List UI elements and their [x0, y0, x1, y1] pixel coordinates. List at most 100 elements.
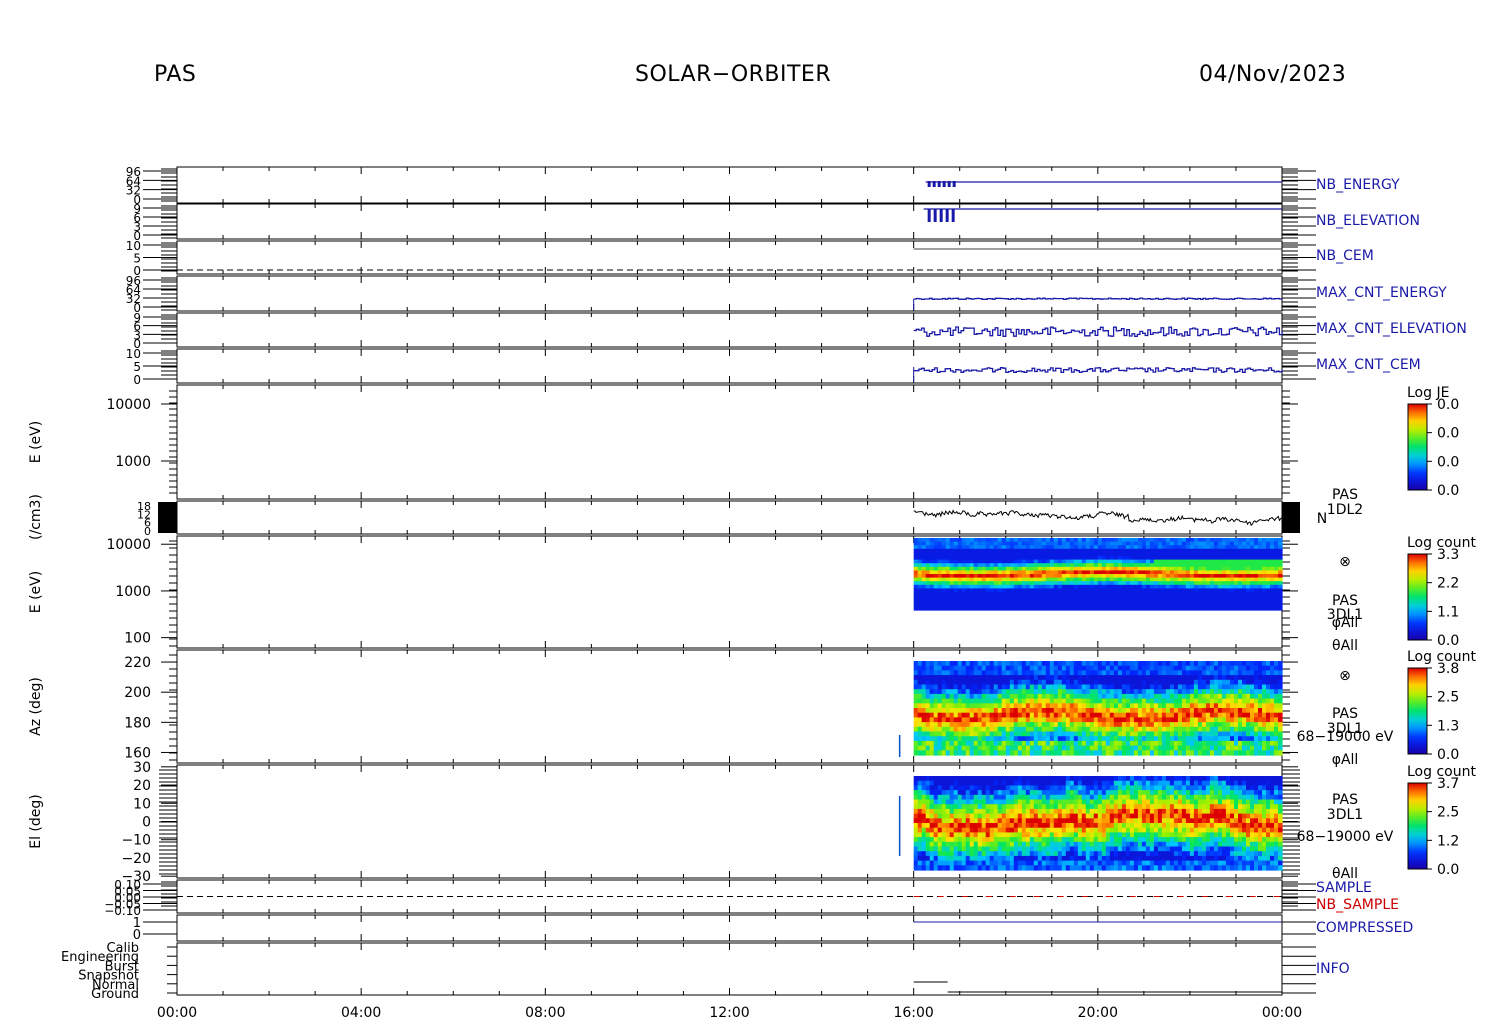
- spectrogram-cell: [949, 574, 955, 579]
- spectrogram-cell: [917, 808, 923, 815]
- spectrogram-cell: [1262, 717, 1267, 723]
- spectrogram-cell: [965, 548, 971, 553]
- spectrogram-cell: [965, 722, 971, 728]
- spectrogram-cell: [1069, 684, 1075, 690]
- spectrogram-cell: [1001, 703, 1007, 709]
- spectrogram-cell: [1069, 538, 1075, 543]
- spectrogram-cell: [993, 570, 999, 575]
- spectrogram-cell: [961, 851, 967, 857]
- spectrogram-cell: [997, 563, 1003, 568]
- spectrogram-cell: [1133, 552, 1139, 557]
- spectrogram-cell: [1101, 689, 1107, 695]
- spectrogram-cell: [1246, 592, 1251, 597]
- spectrogram-cell: [1025, 675, 1031, 681]
- spectrogram-cell: [933, 665, 939, 671]
- spectrogram-cell: [945, 689, 951, 695]
- spectrogram-cell: [1177, 750, 1183, 756]
- spectrogram-cell: [1013, 689, 1019, 695]
- spectrogram-cell: [1149, 577, 1155, 582]
- spectrogram-cell: [1181, 541, 1187, 546]
- spectrogram-cell: [1077, 556, 1083, 561]
- spectrogram-cell: [985, 595, 991, 600]
- spectrogram-cell: [1129, 592, 1135, 597]
- spectrogram-cell: [937, 698, 943, 704]
- spectrogram-cell: [989, 698, 995, 704]
- spectrogram-cell: [953, 785, 959, 791]
- spectrogram-cell: [1274, 599, 1279, 604]
- spectrogram-cell: [1173, 675, 1179, 681]
- panel-nb-cem: 1050NB_CEM: [126, 239, 1374, 278]
- spectrogram-cell: [1049, 566, 1055, 571]
- spectrogram-cell: [1045, 665, 1051, 671]
- spectrogram-cell: [1129, 566, 1135, 571]
- spectrogram-cell: [973, 566, 979, 571]
- spectrogram-cell: [917, 717, 923, 723]
- spectrogram-cell: [945, 563, 951, 568]
- spectrogram-cell: [913, 846, 919, 852]
- spectrogram-cell: [941, 794, 947, 801]
- spectrogram-cell: [913, 804, 919, 810]
- spectrogram-cell: [1181, 708, 1187, 714]
- spectrogram-cell: [1013, 698, 1019, 704]
- spectrogram-cell: [953, 703, 959, 709]
- spectrogram-cell: [1029, 703, 1035, 709]
- spectrogram-cell: [1069, 570, 1075, 575]
- spectrogram-cell: [1238, 703, 1243, 709]
- spectrogram-cell: [1193, 545, 1199, 550]
- spectrogram-cell: [973, 577, 979, 582]
- spectrogram-cell: [961, 675, 967, 681]
- spectrogram-cell: [1045, 588, 1051, 593]
- spectrogram-cell: [1193, 559, 1199, 564]
- spectrogram-cell: [1065, 563, 1071, 568]
- spectrogram-cell: [917, 595, 923, 600]
- spectrogram-cell: [917, 665, 923, 671]
- spectrogram-cell: [1001, 708, 1007, 714]
- spectrogram-cell: [953, 808, 959, 815]
- spectrogram-cell: [937, 563, 943, 568]
- spectrogram-cell: [1069, 592, 1075, 597]
- spectrogram-cell: [1037, 679, 1043, 686]
- spectrogram-cell: [1101, 595, 1107, 600]
- spectrogram-cell: [1274, 588, 1279, 593]
- spectrogram-cell: [945, 552, 951, 557]
- spectrogram-cell: [1045, 670, 1051, 676]
- spectrogram-cell: [1266, 559, 1271, 564]
- spectrogram-cell: [949, 818, 955, 824]
- spectrogram-cell: [937, 731, 943, 737]
- spectrogram-cell: [1258, 661, 1263, 667]
- spectrogram-cell: [1093, 581, 1099, 586]
- spectrogram-cell: [1258, 563, 1263, 568]
- spectrogram-cell: [1037, 693, 1043, 700]
- spectrogram-cell: [921, 851, 927, 857]
- spectrogram-cell: [949, 860, 955, 866]
- spectrogram-cell: [961, 703, 967, 709]
- spectrogram-cell: [1057, 606, 1063, 611]
- spectrogram-cell: [993, 552, 999, 557]
- spectrogram-cell: [1053, 566, 1059, 571]
- spectrogram-cell: [1073, 548, 1079, 553]
- spectrogram-cell: [917, 559, 923, 564]
- spectrogram-cell: [1177, 556, 1183, 561]
- spectrogram-cell: [977, 606, 983, 611]
- spectrogram-cell: [1129, 693, 1135, 700]
- spectrogram-cell: [1169, 675, 1175, 681]
- spectrogram-cell: [1013, 731, 1019, 737]
- spectrogram-cell: [1221, 592, 1227, 597]
- spectrogram-cell: [1205, 595, 1211, 600]
- spectrogram-cell: [1097, 736, 1103, 742]
- spectrogram-cell: [1137, 736, 1143, 742]
- spectrogram-cell: [1113, 577, 1119, 582]
- spectrogram-cell: [1197, 574, 1203, 579]
- spectrogram-cell: [1085, 740, 1091, 747]
- spectrogram-cell: [973, 717, 979, 723]
- spectrogram-cell: [1013, 552, 1019, 557]
- spectrogram-cell: [1177, 592, 1183, 597]
- spectrogram-cell: [1270, 661, 1275, 667]
- spectrogram-cell: [1109, 661, 1115, 667]
- spectrogram-cell: [1029, 740, 1035, 747]
- spectrogram-cell: [1085, 708, 1091, 714]
- spectrogram-cell: [913, 693, 919, 700]
- spectrogram-cell: [965, 780, 971, 786]
- spectrogram-cell: [1149, 566, 1155, 571]
- spectrogram-cell: [929, 841, 935, 848]
